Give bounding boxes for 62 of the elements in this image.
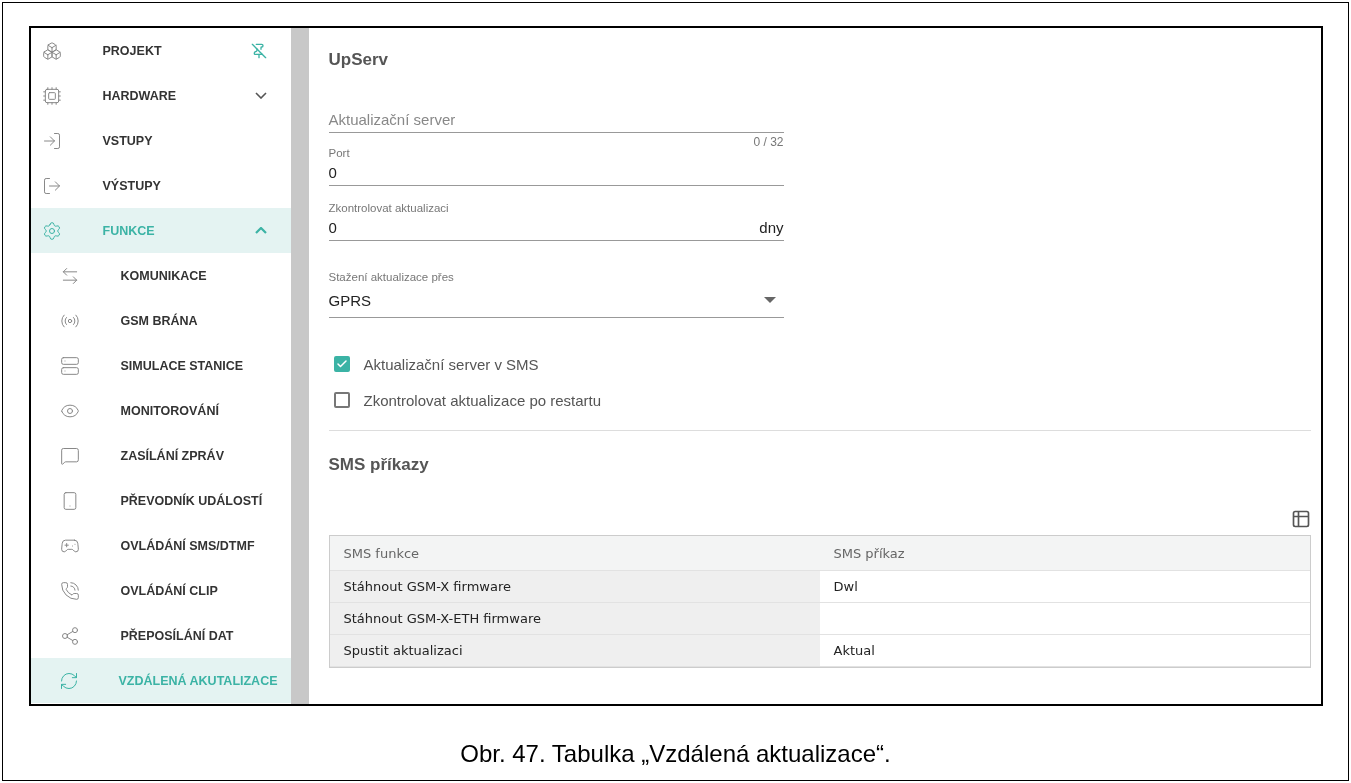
sidebar-item-label: ZASÍLÁNÍ ZPRÁV bbox=[120, 448, 225, 463]
field-value: 0 bbox=[328, 163, 337, 181]
select-field[interactable]: Stažení aktualizace přes GPRS bbox=[328, 271, 784, 318]
character-counter: 0 / 32 bbox=[753, 135, 784, 149]
checkbox[interactable] bbox=[333, 356, 350, 372]
sidebar-item-label: GSM BRÁNA bbox=[120, 313, 199, 328]
sidebar-item-label: OVLÁDÁNÍ CLIP bbox=[120, 583, 219, 598]
sidebar-item-label: SIMULACE STANICE bbox=[120, 358, 245, 373]
sidebar-item[interactable]: PŘEVODNÍK UDÁLOSTÍ bbox=[30, 478, 291, 523]
sidebar-item[interactable]: PŘEPOSÍLÁNÍ DAT bbox=[30, 613, 291, 658]
menu-icon bbox=[40, 85, 63, 106]
menu-icon bbox=[58, 670, 79, 691]
sidebar-item[interactable]: VÝSTUPY bbox=[30, 163, 291, 208]
dropdown-arrow-icon bbox=[763, 297, 776, 303]
menu-icon bbox=[58, 580, 81, 601]
sidebar-item-label: OVLÁDÁNÍ SMS/DTMF bbox=[120, 538, 256, 553]
figure-caption: Obr. 47. Tabulka „Vzdálená aktualizace“. bbox=[460, 740, 891, 768]
sidebar-item-label: VÝSTUPY bbox=[102, 178, 162, 193]
checkbox-label: Zkontrolovat aktualizace po restartu bbox=[363, 391, 602, 409]
input-field[interactable]: Port 0 bbox=[328, 147, 784, 186]
unit-label: dny bbox=[759, 218, 784, 236]
field-value: 0 bbox=[328, 218, 337, 236]
table-cell: Stáhnout GSM-X-ETH firmware bbox=[329, 603, 820, 634]
sidebar-item-label: MONITOROVÁNÍ bbox=[120, 403, 220, 418]
sidebar-item[interactable]: KOMUNIKACE bbox=[30, 253, 291, 298]
sidebar-item[interactable]: OVLÁDÁNÍ CLIP bbox=[30, 568, 291, 613]
checkbox-label: Aktualizační server v SMS bbox=[363, 355, 539, 373]
sidebar-item-label: VZDÁLENÁ AKUTALIZACE bbox=[118, 673, 278, 688]
sidebar-item-label: HARDWARE bbox=[102, 88, 178, 103]
menu-icon bbox=[58, 445, 81, 466]
menu-icon bbox=[58, 355, 81, 376]
menu-icon bbox=[40, 40, 63, 61]
table-cell: Stáhnout GSM-X firmware bbox=[329, 571, 820, 602]
field-label: Stažení aktualizace přes bbox=[328, 271, 455, 283]
sidebar-item-label: PŘEPOSÍLÁNÍ DAT bbox=[120, 628, 235, 643]
sidebar-item[interactable]: OVLÁDÁNÍ SMS/DTMF bbox=[30, 523, 291, 568]
section-title: UpServ bbox=[328, 50, 390, 70]
section-title: SMS příkazy bbox=[328, 455, 430, 475]
field-label: Zkontrolovat aktualizaci bbox=[328, 202, 450, 214]
sidebar-item[interactable]: VSTUPY bbox=[30, 118, 291, 163]
sidebar-item[interactable]: SIMULACE STANICE bbox=[30, 343, 291, 388]
sidebar-item[interactable]: PROJEKT bbox=[30, 28, 291, 73]
unpin-icon[interactable] bbox=[250, 42, 267, 59]
field-placeholder: Aktualizační server bbox=[328, 110, 456, 128]
sidebar-item[interactable]: ZASÍLÁNÍ ZPRÁV bbox=[30, 433, 291, 478]
checkbox[interactable] bbox=[333, 392, 350, 408]
column-header: SMS příkaz bbox=[819, 536, 1310, 570]
sidebar-item[interactable]: MONITOROVÁNÍ bbox=[30, 388, 291, 433]
column-header: SMS funkce bbox=[329, 536, 820, 570]
input-field[interactable]: Zkontrolovat aktualizaci 0 dny bbox=[328, 202, 784, 241]
sidebar-item-label: KOMUNIKACE bbox=[120, 268, 208, 283]
table-settings-icon[interactable] bbox=[1290, 509, 1311, 529]
sidebar-item[interactable]: HARDWARE bbox=[30, 73, 291, 118]
table-cell: Spustit aktualizaci bbox=[329, 635, 820, 666]
sidebar-item-label: VSTUPY bbox=[102, 133, 154, 148]
sidebar-item-label: FUNKCE bbox=[102, 223, 156, 238]
select-value: GPRS bbox=[328, 291, 371, 309]
sidebar-item-label: PŘEVODNÍK UDÁLOSTÍ bbox=[120, 493, 264, 508]
field-label: Port bbox=[328, 147, 351, 159]
checkmark-icon bbox=[335, 358, 348, 370]
sidebar-item[interactable]: GSM BRÁNA bbox=[30, 298, 291, 343]
sidebar-item-label: PROJEKT bbox=[102, 43, 163, 58]
